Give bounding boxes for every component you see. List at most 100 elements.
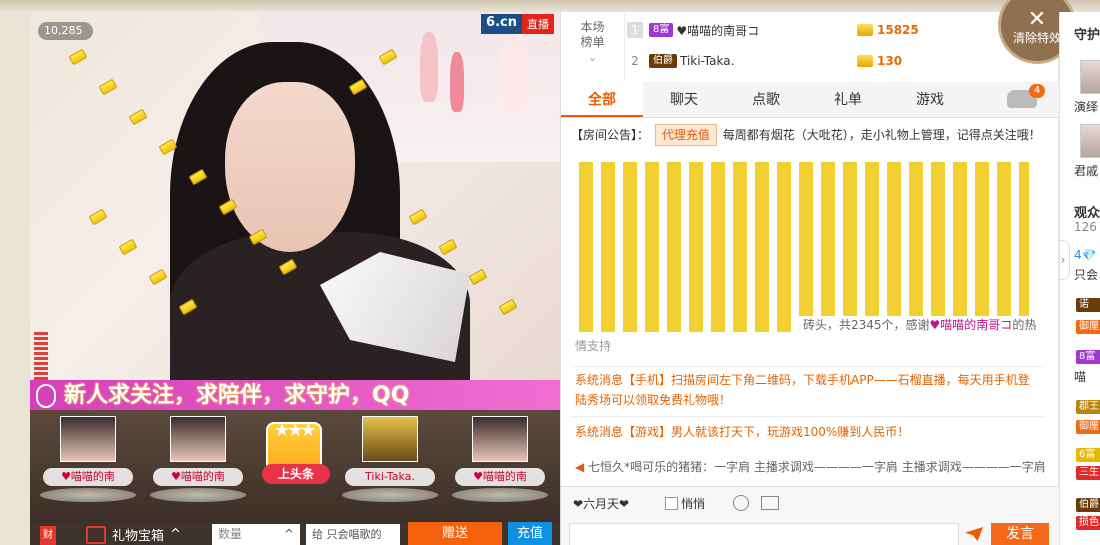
tab-game[interactable]: 游戏 [889, 82, 971, 117]
system-message: 系统消息【手机】扫描房间左下角二维码，下载手机APP——石榴直播，每天用手机登陆… [575, 373, 1030, 407]
guard-title: 守护 [1074, 28, 1100, 43]
ticker-text: 七恒久*喝可乐的猪猪：一字肩 主播求调戏————一字肩 主播求调戏————一字肩 [588, 460, 1045, 474]
chevron-up-icon: ^ [283, 527, 294, 541]
caption-user[interactable]: ♥喵喵的南哥コ [930, 318, 1013, 332]
fan-slot[interactable]: ♥喵喵的南 [148, 416, 248, 506]
viewer-badge: 御厘 [1076, 420, 1100, 434]
guard-avatar[interactable] [1080, 60, 1100, 94]
fan-name: ♥喵喵的南 [43, 468, 133, 486]
chat-line: 情支持 [575, 339, 612, 353]
fan-slot[interactable]: ♥喵喵的南 [450, 416, 550, 506]
fan-slot[interactable]: Tiki-Taka. [340, 416, 440, 506]
tab-gift-list[interactable]: 礼单 [807, 82, 889, 117]
recipient-select[interactable]: 给 只会唱歌的 [306, 524, 400, 545]
chat-target-select[interactable]: ❤六月天❤ [573, 495, 629, 512]
rank-number: 2 [631, 54, 639, 68]
rank-amount-value: 130 [877, 54, 903, 68]
guard-avatar[interactable] [1080, 124, 1100, 158]
send-gift-button[interactable]: 赠送 [408, 522, 502, 545]
quantity-input[interactable]: 数量 ^ [212, 524, 300, 545]
image-icon[interactable] [761, 496, 779, 510]
chat-composer: ❤六月天❤ 悄悄 发言 [561, 486, 1059, 545]
gift-box-button[interactable]: 礼物宝箱 ^ [86, 525, 181, 544]
rank-user-name: Tiki-Taka. [680, 54, 735, 68]
system-message: 系统消息【游戏】男人就该打天下，玩游戏100%赚到人民币！ [575, 425, 910, 439]
tab-chat[interactable]: 聊天 [643, 82, 725, 117]
star-icon: ★★★ [274, 420, 316, 441]
brick-gift-grid [575, 162, 1029, 332]
fan-pedestal [150, 488, 246, 502]
fan-avatar [362, 416, 418, 462]
diamond-count: 4💎 [1074, 248, 1097, 262]
brand-name: 6.cn [481, 14, 522, 34]
room-notice: 【房间公告】： 代理充值 每周都有烟花（大吡花），走小礼物上管理，记得点关注哦！ [571, 124, 1051, 146]
gift-brick [128, 108, 148, 126]
ranking-row[interactable]: 1 8富 ♥喵喵的南哥コ 15825 [625, 16, 1045, 44]
fan-avatar [60, 416, 116, 462]
fan-name: ♥喵喵的南 [455, 468, 545, 486]
viewer-badge: 御厘 [1076, 320, 1100, 334]
ranking-tab[interactable]: 本场 榜单 ⌄ [561, 12, 625, 80]
guard-name[interactable]: 演绎 [1074, 98, 1098, 115]
headline-label: 上头条 [262, 464, 330, 484]
live-room-app: 10,285 6.cn 直播 新人求关注，求陪伴，求守护，QQ ♥喵喵的南 ♥喵… [0, 0, 1100, 545]
vase-decoration [450, 52, 464, 112]
viewer-badge: 三生 [1076, 466, 1100, 480]
rank-amount: 15825 [857, 23, 919, 37]
private-checkbox[interactable] [665, 497, 678, 510]
fan-pedestal [40, 488, 136, 502]
marquee-text: 新人求关注，求陪伴，求守护，QQ [64, 383, 410, 408]
gift-icon [86, 525, 106, 544]
viewers-count: 126 [1074, 220, 1097, 234]
viewer-badge: 损色 [1076, 516, 1100, 530]
viewer-name[interactable]: 喵 [1074, 368, 1086, 385]
wealth-icon[interactable]: 财 [40, 526, 56, 545]
rank-badge: 8富 [649, 23, 674, 37]
agent-recharge-link[interactable]: 代理充值 [654, 124, 717, 146]
fan-name: ♥喵喵的南 [153, 468, 243, 486]
car-badge: 4 [1029, 84, 1045, 98]
ranking-row[interactable]: 2 伯爵 Tiki-Taka. 130 [625, 47, 1045, 75]
chevron-down-icon: ⌄ [587, 50, 598, 64]
chat-panel: 本场 榜单 ⌄ 1 8富 ♥喵喵的南哥コ 15825 2 伯爵 Tiki-Tak… [560, 0, 1076, 545]
gift-brick [88, 208, 108, 226]
chevron-right-icon[interactable]: › [1060, 240, 1070, 280]
video-player[interactable]: 10,285 6.cn 直播 新人求关注，求陪伴，求守护，QQ [30, 12, 560, 410]
chat-messages[interactable]: 砖头，共2345个，感谢♥喵喵的南哥コ的热 情支持 系统消息【手机】扫描房间左下… [571, 152, 1045, 482]
top-strip [0, 0, 1100, 12]
live-label: 直播 [522, 14, 554, 34]
headline-button[interactable]: ★★★ 上头条 [262, 420, 330, 484]
recharge-button[interactable]: 充值 [508, 522, 552, 545]
private-toggle[interactable]: 悄悄 [665, 495, 705, 512]
gift-brick [438, 238, 458, 256]
vase-decoration [500, 32, 530, 112]
viewer-count-badge: 10,285 [38, 22, 93, 40]
guard-name[interactable]: 君戚 [1074, 162, 1098, 179]
viewer-badge: 8富 [1076, 350, 1100, 364]
ranking-tab-label: 本场 榜单 [580, 20, 605, 49]
fan-name: Tiki-Taka. [345, 468, 435, 486]
chat-input[interactable] [569, 523, 959, 545]
send-plane-icon[interactable] [965, 527, 983, 541]
gift-brick [498, 298, 518, 316]
top-fans-row: ♥喵喵的南 ♥喵喵的南 ★★★ 上头条 Tiki-Taka. ♥喵喵的南 [30, 410, 560, 522]
viewer-name[interactable]: 只会 [1074, 266, 1098, 283]
rank-amount-value: 15825 [877, 23, 919, 37]
volume-meter [34, 332, 48, 382]
gift-brick [148, 268, 168, 286]
gift-brick [68, 48, 88, 66]
rank-badge: 伯爵 [649, 54, 677, 68]
microphone-icon [36, 384, 56, 408]
gift-control-bar: 财 礼物宝箱 ^ 数量 ^ 给 只会唱歌的 赠送 充值 [30, 522, 560, 545]
post-button[interactable]: 发言 [991, 523, 1049, 545]
caption-prefix: 砖头，共2345个，感谢 [803, 318, 930, 332]
fan-slot[interactable]: ♥喵喵的南 [38, 416, 138, 506]
brand-logo: 6.cn 直播 [481, 14, 554, 34]
viewer-badge: 6富 [1076, 448, 1100, 462]
marquee-banner: 新人求关注，求陪伴，求守护，QQ [30, 380, 560, 410]
tab-all[interactable]: 全部 [561, 82, 643, 117]
chevron-up-icon: ^ [170, 527, 181, 542]
fan-avatar [170, 416, 226, 462]
tab-song[interactable]: 点歌 [725, 82, 807, 117]
emoji-icon[interactable] [733, 495, 749, 511]
